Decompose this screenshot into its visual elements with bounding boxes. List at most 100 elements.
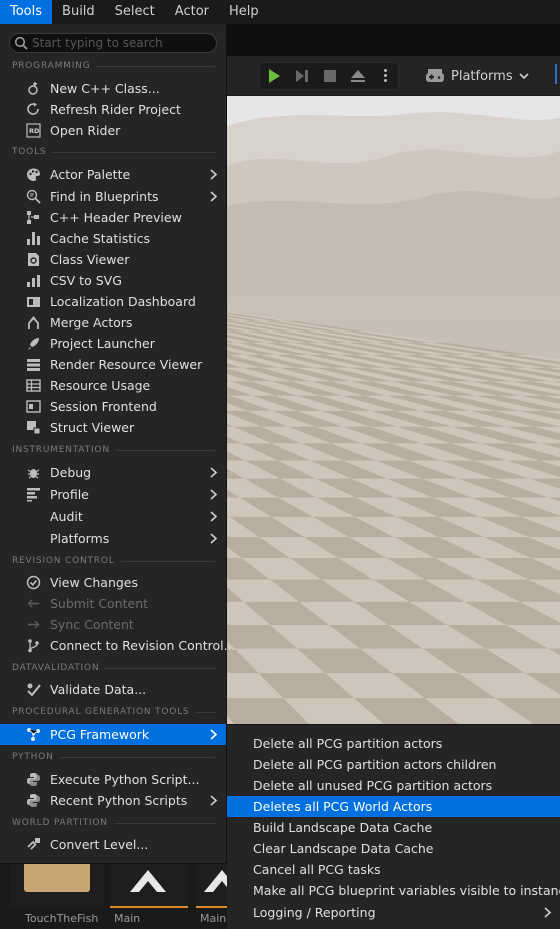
menu-select[interactable]: Select [105,0,165,24]
rider-logo-icon: RD [26,123,41,138]
convert-level-icon [27,838,40,850]
menu-item-session-frontend[interactable]: Session Frontend [0,396,226,417]
pcg-framework-submenu: Delete all PCG partition actors Delete a… [227,724,560,929]
level-toolbar: Platforms [227,56,560,96]
asset-thumbnail[interactable]: Main [110,864,188,929]
platforms-label: Platforms [451,68,513,84]
menu-item-resource-usage[interactable]: Resource Usage [0,375,226,396]
menu-item-merge-actors[interactable]: Merge Actors [0,312,226,333]
menu-item-view-changes[interactable]: View Changes [0,572,226,593]
section-procedural-generation: PROCEDURAL GENERATION TOOLS [12,707,215,717]
skip-frame-button[interactable] [288,62,316,90]
menu-item-render-resource-viewer[interactable]: Render Resource Viewer [0,354,226,375]
profile-chart-icon [27,488,40,502]
asset-caption: TouchTheFish [25,912,99,925]
pcg-submenu-item[interactable]: Delete all PCG partition actors [227,733,560,754]
render-resource-icon [27,359,40,371]
menu-search-input[interactable] [32,36,202,50]
pcg-submenu-item[interactable]: Clear Landscape Data Cache [227,838,560,859]
eject-icon [351,70,365,82]
section-world-partition: WORLD PARTITION [12,818,215,828]
python-logo-icon [27,773,40,786]
desert-dunes-backdrop [227,96,560,296]
menu-help[interactable]: Help [219,0,269,24]
pcg-submenu-item[interactable]: Make all PCG blueprint variables visible… [227,880,560,901]
bug-icon [27,469,40,479]
pcg-submenu-item[interactable]: Cancel all PCG tasks [227,859,560,880]
play-options-kebab-icon[interactable] [379,67,391,85]
menu-item-open-rider[interactable]: RD Open Rider [0,120,226,141]
pcg-submenu-item-highlighted[interactable]: Deletes all PCG World Actors [227,796,560,817]
play-controls [259,62,399,90]
menu-item-refresh-rider[interactable]: Refresh Rider Project [0,99,226,120]
svg-text:RD: RD [29,127,40,135]
asset-thumbnail[interactable]: TouchTheFish [10,864,104,929]
section-python: PYTHON [12,752,215,762]
menu-item-profile[interactable]: Profile [0,484,226,505]
menu-actor[interactable]: Actor [165,0,219,24]
menu-item-localization-dashboard[interactable]: Localization Dashboard [0,291,226,312]
rocket-icon [28,338,39,350]
menu-item-convert-level[interactable]: Convert Level... [0,834,226,855]
section-tools: TOOLS [12,147,215,157]
menu-item-submit-content[interactable]: Submit Content [0,593,226,614]
menu-item-csv-to-svg[interactable]: CSV to SVG [0,270,226,291]
platforms-dropdown[interactable]: Platforms [425,62,529,90]
pcg-submenu-item[interactable]: Delete all PCG partition actors children [227,754,560,775]
menu-item-debug[interactable]: Debug [0,462,226,483]
checker-floor [227,311,560,724]
pcg-submenu-item[interactable]: Delete all unused PCG partition actors [227,775,560,796]
eject-button[interactable] [344,62,372,90]
advance-frame-icon [296,70,308,82]
chevron-right-icon [210,729,218,740]
chevron-right-icon [210,533,218,544]
chevron-right-icon [210,467,218,478]
menu-item-audit[interactable]: Audit [0,506,226,527]
section-datavalidation: DATAVALIDATION [12,663,215,673]
pcg-nodes-icon [27,728,40,741]
play-button[interactable] [260,62,288,90]
menu-item-struct-viewer[interactable]: Struct Viewer [0,417,226,438]
pcg-submenu-item-logging[interactable]: Logging / Reporting [227,902,560,923]
play-icon [269,69,280,83]
validate-icon [27,683,41,697]
csv-chart-icon [27,275,40,287]
find-blueprint-icon [26,189,41,204]
pcg-submenu-item[interactable]: Build Landscape Data Cache [227,817,560,838]
session-frontend-icon [26,400,41,413]
menu-item-sync-content[interactable]: Sync Content [0,614,226,635]
arrow-right-icon [28,620,40,629]
menu-item-platforms[interactable]: Platforms [0,528,226,549]
stop-button[interactable] [316,62,344,90]
menu-item-class-viewer[interactable]: Class Viewer [0,249,226,270]
branch-icon [28,639,39,653]
menu-item-project-launcher[interactable]: Project Launcher [0,333,226,354]
menu-item-execute-python[interactable]: Execute Python Script... [0,769,226,790]
menu-tools[interactable]: Tools [0,0,53,24]
level-viewport[interactable] [227,96,560,724]
asset-caption: Main [200,912,227,925]
menu-item-new-cpp-class[interactable]: New C++ Class... [0,78,226,99]
chevron-right-icon [544,907,552,918]
asset-caption: Main [114,912,141,925]
menu-item-actor-palette[interactable]: Actor Palette [0,164,226,185]
settings-button-edge[interactable] [555,64,560,84]
new-class-icon [28,82,38,95]
section-programming: PROGRAMMING [12,61,215,71]
chevron-right-icon [210,795,218,806]
chevron-down-icon [519,73,529,80]
menu-item-find-in-blueprints[interactable]: Find in Blueprints [0,186,226,207]
menu-item-recent-python[interactable]: Recent Python Scripts [0,790,226,811]
section-revision-control: REVISION CONTROL [12,556,215,566]
menu-item-connect-revision-control[interactable]: Connect to Revision Control... [0,635,236,656]
section-instrumentation: INSTRUMENTATION [12,445,215,455]
menu-item-cpp-header-preview[interactable]: C++ Header Preview [0,207,226,228]
chevron-right-icon [210,169,218,180]
menu-build[interactable]: Build [52,0,105,24]
asset-thumbnail[interactable]: Main [196,864,227,929]
menu-item-cache-statistics[interactable]: Cache Statistics [0,228,226,249]
menu-item-pcg-framework[interactable]: PCG Framework [0,724,226,745]
level-map-icon [130,870,166,892]
menu-item-validate-data[interactable]: Validate Data... [0,679,226,700]
menu-search-box[interactable] [9,33,217,53]
